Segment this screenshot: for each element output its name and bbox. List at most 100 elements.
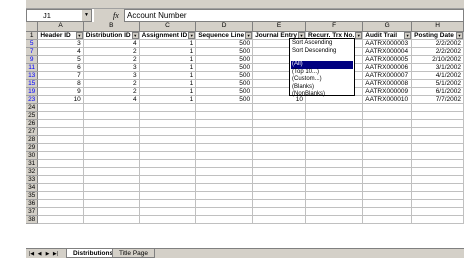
cell[interactable] [411, 127, 464, 136]
cell[interactable]: 500 [195, 71, 254, 80]
cell[interactable] [37, 119, 84, 128]
cell[interactable] [362, 199, 413, 208]
cell[interactable] [305, 127, 364, 136]
cell[interactable] [139, 143, 197, 152]
cell[interactable] [195, 151, 254, 160]
cell[interactable] [195, 119, 254, 128]
cell[interactable] [252, 199, 307, 208]
cell[interactable] [139, 183, 197, 192]
cell[interactable] [362, 191, 413, 200]
cell[interactable] [83, 119, 140, 128]
prev-sheet-icon[interactable]: ◀ [36, 250, 43, 258]
last-sheet-icon[interactable]: ▶| [52, 250, 59, 258]
row-header[interactable]: 33 [26, 175, 39, 184]
cell[interactable] [37, 127, 84, 136]
cell[interactable] [83, 103, 140, 112]
cell[interactable] [83, 191, 140, 200]
cell[interactable] [195, 143, 254, 152]
cell[interactable] [195, 207, 254, 216]
cell[interactable] [83, 135, 140, 144]
cell[interactable]: 4 [83, 39, 140, 48]
cell[interactable]: 1 [139, 55, 197, 64]
cell[interactable] [139, 111, 197, 120]
column-title-cell[interactable]: Assignment ID ▼ [139, 31, 197, 40]
cell[interactable] [362, 159, 413, 168]
cell[interactable] [139, 103, 197, 112]
row-header[interactable]: 35 [26, 191, 39, 200]
cell[interactable] [252, 135, 307, 144]
cell[interactable] [305, 119, 364, 128]
cell[interactable]: 4 [83, 95, 140, 104]
cell[interactable] [37, 103, 84, 112]
row-header[interactable]: 32 [26, 167, 39, 176]
first-sheet-icon[interactable]: |◀ [28, 250, 35, 258]
cell[interactable]: AATRX000010 [362, 95, 413, 104]
cell[interactable] [139, 215, 197, 224]
cell[interactable]: 5/1/2002 [411, 79, 464, 88]
row-header[interactable]: 5 [26, 39, 39, 48]
row-header[interactable]: 13 [26, 71, 39, 80]
cell[interactable] [305, 175, 364, 184]
menu-item-custom[interactable]: (Custom...) [291, 76, 353, 84]
filter-dropdown-icon[interactable]: ▼ [456, 31, 463, 38]
cell[interactable] [411, 215, 464, 224]
cell[interactable] [195, 103, 254, 112]
cell[interactable] [305, 199, 364, 208]
cell[interactable] [83, 183, 140, 192]
menu-item-nonblanks[interactable]: (NonBlanks) [291, 91, 353, 99]
filter-dropdown-icon[interactable]: ▼ [188, 31, 195, 38]
cell[interactable] [362, 135, 413, 144]
cell[interactable] [362, 183, 413, 192]
cell[interactable] [362, 215, 413, 224]
filter-dropdown-icon[interactable]: ▼ [75, 31, 83, 38]
row-header[interactable]: 34 [26, 183, 39, 192]
cell[interactable]: 1 [139, 63, 197, 72]
cell[interactable]: 3 [83, 71, 140, 80]
filter-dropdown-icon[interactable]: ▼ [355, 31, 362, 38]
cell[interactable] [139, 207, 197, 216]
name-box-dropdown-icon[interactable]: ▼ [82, 10, 91, 21]
cell[interactable] [37, 199, 84, 208]
cell[interactable]: 7 [37, 71, 84, 80]
cell[interactable] [411, 191, 464, 200]
cell[interactable] [37, 215, 84, 224]
row-header[interactable]: 9 [26, 55, 39, 64]
menu-item-blanks[interactable]: (Blanks) [291, 84, 353, 92]
cell[interactable] [305, 191, 364, 200]
cell[interactable] [83, 175, 140, 184]
cell[interactable] [305, 159, 364, 168]
cell[interactable] [362, 167, 413, 176]
cell[interactable] [411, 119, 464, 128]
cell[interactable]: 500 [195, 95, 254, 104]
cell[interactable] [411, 111, 464, 120]
cell[interactable]: AATRX000004 [362, 47, 413, 56]
cell[interactable] [37, 111, 84, 120]
cell[interactable] [252, 167, 307, 176]
row-header[interactable]: 29 [26, 143, 39, 152]
cell[interactable] [37, 207, 84, 216]
cell[interactable] [195, 215, 254, 224]
cell[interactable] [362, 127, 413, 136]
cell[interactable] [195, 111, 254, 120]
cell[interactable] [195, 183, 254, 192]
cell[interactable] [83, 151, 140, 160]
menu-item-sort-ascending[interactable]: Sort Ascending [291, 40, 353, 48]
cell[interactable]: 6/1/2002 [411, 87, 464, 96]
cell[interactable] [305, 103, 364, 112]
cell[interactable] [252, 103, 307, 112]
cell[interactable] [83, 207, 140, 216]
cell[interactable]: 500 [195, 63, 254, 72]
cell[interactable]: AATRX000006 [362, 63, 413, 72]
cell[interactable]: 7/7/2002 [411, 95, 464, 104]
cell[interactable] [362, 119, 413, 128]
row-header[interactable]: 25 [26, 111, 39, 120]
cell[interactable] [195, 199, 254, 208]
select-all-corner[interactable] [26, 22, 39, 32]
cell[interactable]: 2/2/2002 [411, 39, 464, 48]
cell[interactable] [252, 159, 307, 168]
cell[interactable]: AATRX000008 [362, 79, 413, 88]
cell[interactable] [362, 175, 413, 184]
cell[interactable] [362, 103, 413, 112]
cell[interactable] [83, 167, 140, 176]
cell[interactable] [195, 167, 254, 176]
